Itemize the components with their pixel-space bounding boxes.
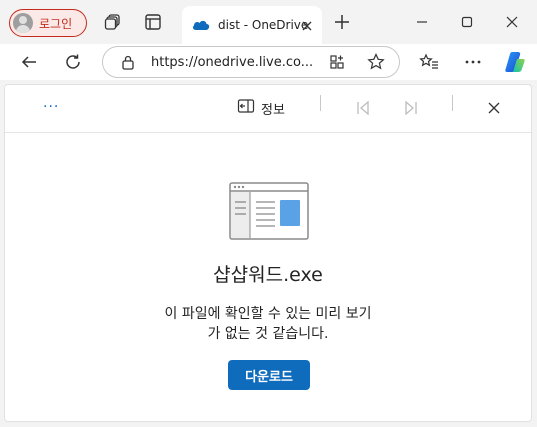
lock-icon[interactable] xyxy=(121,55,135,74)
no-preview-message: 이 파일에 확인할 수 있는 미리 보기 가 없는 것 같습니다. xyxy=(5,304,531,344)
file-preview-icon xyxy=(229,182,309,242)
minimize-icon[interactable] xyxy=(410,10,434,34)
file-viewer: ··· 정보 샵샵워드.exe 이 파일에 확인할 수 있는 미리 보기 가 없… xyxy=(4,84,532,422)
page-content: ··· 정보 샵샵워드.exe 이 파일에 확인할 수 있는 미리 보기 가 없… xyxy=(0,80,537,427)
info-panel-icon xyxy=(237,98,255,118)
new-tab-icon[interactable] xyxy=(332,12,352,32)
favorites-list-icon[interactable] xyxy=(418,51,440,73)
profile-label: 로그인 xyxy=(39,16,73,31)
viewer-toolbar: ··· 정보 xyxy=(5,85,531,133)
message-line-1: 이 파일에 확인할 수 있는 미리 보기 xyxy=(164,306,372,322)
download-button[interactable]: 다운로드 xyxy=(228,360,310,390)
copilot-icon[interactable] xyxy=(502,49,528,75)
previous-icon[interactable] xyxy=(354,99,372,117)
next-icon[interactable] xyxy=(402,99,420,117)
onedrive-cloud-icon xyxy=(192,16,210,35)
close-icon[interactable] xyxy=(485,99,503,117)
navigation-bar: https://onedrive.live.co... xyxy=(0,44,537,80)
back-icon[interactable] xyxy=(18,51,40,73)
maximize-icon[interactable] xyxy=(455,10,479,34)
close-icon[interactable] xyxy=(300,18,314,32)
user-avatar-icon xyxy=(13,13,33,33)
apps-icon[interactable] xyxy=(329,54,345,74)
window-close-icon[interactable] xyxy=(500,10,524,34)
more-options-button[interactable]: ··· xyxy=(43,99,59,115)
address-bar[interactable]: https://onedrive.live.co... xyxy=(102,46,400,78)
message-line-2: 가 없는 것 같습니다. xyxy=(207,326,329,342)
favorite-star-icon[interactable] xyxy=(367,53,385,75)
tab-onedrive[interactable]: dist - OneDrive xyxy=(182,6,322,44)
info-button[interactable]: 정보 xyxy=(237,97,285,119)
refresh-icon[interactable] xyxy=(62,51,84,73)
toolbar-divider xyxy=(320,95,321,111)
url-text: https://onedrive.live.co... xyxy=(151,55,314,70)
profile-button[interactable]: 로그인 xyxy=(9,9,87,37)
tab-actions-icon[interactable] xyxy=(143,12,163,32)
tab-title: dist - OneDrive xyxy=(218,18,308,32)
file-name: 샵샵워드.exe xyxy=(213,264,323,286)
title-bar: 로그인 dist - OneDrive xyxy=(0,0,537,44)
collections-icon[interactable] xyxy=(103,12,123,32)
more-icon[interactable] xyxy=(462,51,484,73)
info-label: 정보 xyxy=(261,102,285,118)
toolbar-divider xyxy=(452,95,453,111)
